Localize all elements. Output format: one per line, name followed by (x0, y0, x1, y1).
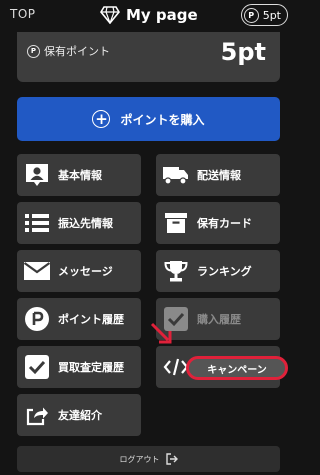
trophy-icon (162, 257, 190, 285)
menu-basic-info[interactable]: 基本情報 (17, 154, 141, 196)
campaign-highlight[interactable]: キャンペーン (186, 356, 288, 380)
header: TOP My page P 5pt (0, 0, 296, 30)
menu-owned-cards-label: 保有カード (197, 217, 252, 230)
menu-referral-label: 友達紹介 (58, 409, 102, 422)
logout-label: ログアウト (119, 454, 160, 464)
menu-owned-cards[interactable]: 保有カード (156, 202, 280, 244)
logout-icon (165, 450, 178, 469)
menu-purchase-history-label: 購入履歴 (197, 313, 241, 326)
points-card: P 保有ポイント 5pt (17, 32, 280, 82)
menu-ranking[interactable]: ランキング (156, 250, 280, 292)
archive-box-icon (162, 209, 190, 237)
points-badge[interactable]: P 5pt (240, 4, 288, 26)
list-icon (23, 209, 51, 237)
point-icon: P (243, 7, 259, 23)
menu-basic-info-label: 基本情報 (58, 169, 102, 182)
top-link[interactable]: TOP (10, 7, 36, 21)
menu-bank-info-label: 振込先情報 (58, 217, 113, 230)
point-icon: P (27, 44, 40, 58)
menu-point-history[interactable]: ポイント履歴 (17, 298, 141, 340)
envelope-icon (23, 257, 51, 285)
checkbox-icon (23, 353, 51, 381)
menu-point-history-label: ポイント履歴 (58, 313, 124, 326)
truck-icon (162, 161, 190, 189)
buy-points-label: ポイントを購入 (120, 112, 205, 127)
menu-campaign-label: キャンペーン (207, 364, 267, 376)
menu-messages[interactable]: メッセージ (17, 250, 141, 292)
menu-ranking-label: ランキング (197, 265, 252, 278)
page-title-group: My page (100, 3, 198, 27)
red-arrow-annotation (150, 322, 172, 344)
points-badge-value: 5pt (262, 8, 281, 22)
logout-button[interactable]: ログアウト (17, 446, 280, 472)
menu-shipping-info[interactable]: 配送情報 (156, 154, 280, 196)
plus-circle-icon: + (92, 110, 111, 128)
points-value: 5pt (220, 38, 266, 66)
menu-messages-label: メッセージ (58, 265, 113, 278)
menu-buyback-history[interactable]: 買取査定履歴 (17, 346, 141, 388)
share-icon (23, 401, 51, 429)
diamond-icon (100, 6, 120, 24)
points-label: 保有ポイント (44, 45, 110, 58)
menu-referral[interactable]: 友達紹介 (17, 394, 141, 436)
menu-buyback-history-label: 買取査定履歴 (58, 361, 124, 374)
points-label-group: P 保有ポイント (27, 43, 110, 59)
menu-bank-info[interactable]: 振込先情報 (17, 202, 141, 244)
page-title: My page (126, 6, 198, 24)
buy-points-button[interactable]: + ポイントを購入 (17, 97, 280, 141)
point-circle-icon (23, 305, 51, 333)
user-icon (23, 161, 51, 189)
menu-shipping-info-label: 配送情報 (197, 169, 241, 182)
